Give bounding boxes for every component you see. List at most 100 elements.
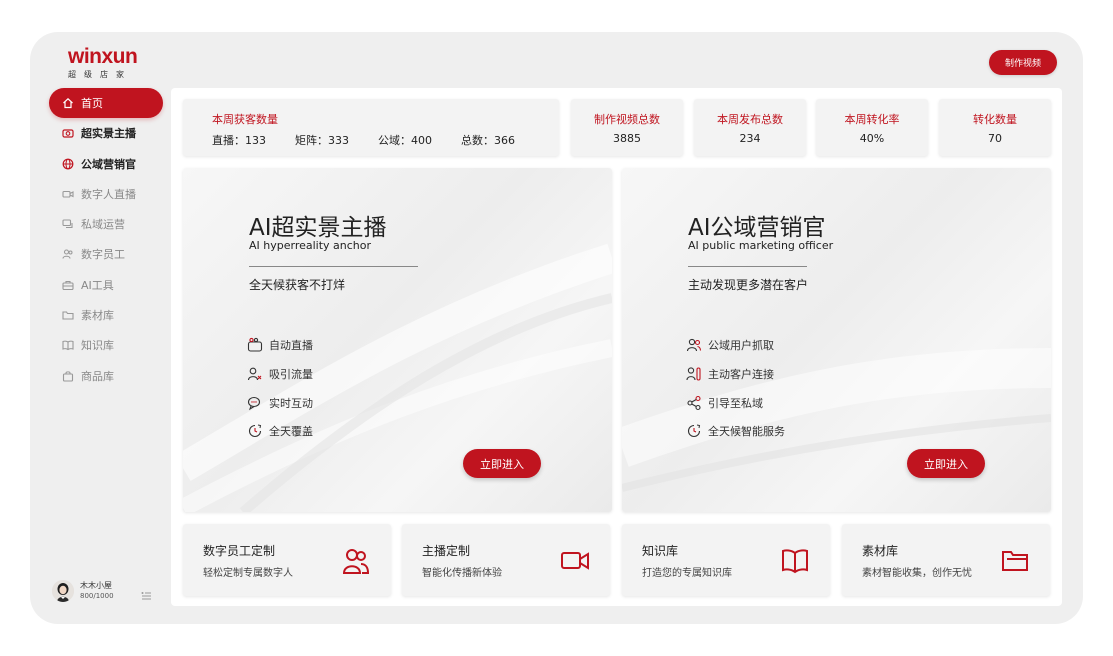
globe-icon — [62, 158, 74, 170]
feature-item-label: 主动客户连接 — [708, 368, 774, 381]
enter-button[interactable]: 立即进入 — [463, 449, 541, 478]
feature-subtitle: AI hyperreality anchor — [249, 239, 372, 252]
stat-title: 制作视频总数 — [594, 113, 660, 126]
feature-title: AI超实景主播 — [249, 215, 387, 241]
make-video-button[interactable]: 制作视频 — [989, 50, 1057, 75]
stat-conversion-rate: 本周转化率 40% — [816, 99, 928, 156]
stat-weekly-customers: 本周获客数量 直播：133 矩阵：333 公域：400 总数：366 — [183, 99, 559, 156]
sidebar-item-public-marketing[interactable]: 公域营销官 — [49, 149, 163, 179]
users-icon — [686, 337, 702, 353]
sidebar-item-private-ops[interactable]: 私域运营 — [49, 209, 163, 239]
app-frame: winxun 超级店家 制作视频 首页 超实景主播 公域营销官 数字人直播 私域… — [30, 32, 1083, 624]
folder-icon — [62, 309, 74, 321]
stat-weekly-published: 本周发布总数 234 — [694, 99, 806, 156]
feature-item-label: 公域用户抓取 — [708, 339, 774, 352]
shortcut-desc: 智能化传播新体验 — [422, 568, 502, 579]
shortcut-anchor-custom[interactable]: 主播定制 智能化传播新体验 — [402, 524, 610, 596]
sidebar-item-home[interactable]: 首页 — [49, 88, 163, 118]
sidebar-item-label: 超实景主播 — [81, 127, 136, 141]
shortcut-title: 素材库 — [862, 544, 899, 558]
feature-card-hyperreal-anchor: AI超实景主播 AI hyperreality anchor 全天候获客不打烊 … — [183, 168, 612, 512]
divider — [688, 266, 807, 267]
feature-subtitle: AI public marketing officer — [688, 239, 834, 252]
stat-title: 本周转化率 — [844, 113, 900, 126]
clock-24-icon — [247, 423, 263, 439]
chat-bubbles-icon — [247, 395, 263, 411]
feature-item-label: 自动直播 — [269, 339, 313, 352]
sidebar-item-label: 素材库 — [81, 309, 114, 323]
sidebar-item-label: 知识库 — [81, 339, 114, 353]
share-icon — [686, 395, 702, 411]
divider — [249, 266, 418, 267]
feature-item: 全天候智能服务 — [686, 423, 785, 439]
feature-title: AI公域营销官 — [688, 215, 826, 241]
menu-icon[interactable] — [141, 586, 152, 605]
stat-public: 公域：400 — [378, 134, 432, 147]
stat-value: 40% — [859, 132, 885, 145]
clock-24-icon — [686, 423, 702, 439]
user-quota: 800/1000 — [80, 592, 114, 600]
home-icon — [62, 97, 74, 109]
sidebar-item-hyperreal-anchor[interactable]: 超实景主播 — [49, 118, 163, 148]
enter-button[interactable]: 立即进入 — [907, 449, 985, 478]
stat-value: 3885 — [613, 132, 641, 145]
stat-title: 转化数量 — [973, 113, 1017, 126]
sidebar-item-knowledge[interactable]: 知识库 — [49, 330, 163, 360]
sidebar-item-digital-staff[interactable]: 数字员工 — [49, 239, 163, 269]
book-icon — [62, 339, 74, 351]
video-camera-icon — [560, 547, 590, 575]
feature-item-label: 引导至私域 — [708, 397, 763, 410]
shortcut-desc: 打造您的专属知识库 — [642, 568, 732, 579]
shortcut-title: 知识库 — [642, 544, 679, 558]
sidebar-item-label: 首页 — [81, 97, 103, 110]
feature-item: 全天覆盖 — [247, 423, 313, 439]
shortcut-knowledge[interactable]: 知识库 打造您的专属知识库 — [622, 524, 830, 596]
sidebar-item-products[interactable]: 商品库 — [49, 361, 163, 391]
feature-desc: 全天候获客不打烊 — [249, 278, 346, 292]
stat-conversion-count: 转化数量 70 — [939, 99, 1051, 156]
sidebar-item-label: 公域营销官 — [81, 157, 136, 171]
feature-item: 引导至私域 — [686, 395, 763, 411]
shortcut-digital-staff[interactable]: 数字员工定制 轻松定制专属数字人 — [183, 524, 391, 596]
shortcut-desc: 轻松定制专属数字人 — [203, 568, 293, 579]
logo-text: winxun — [68, 45, 138, 68]
stat-value: 70 — [988, 132, 1002, 145]
live-camera-icon — [247, 337, 263, 353]
feature-item-label: 全天覆盖 — [269, 425, 313, 438]
feature-item-label: 吸引流量 — [269, 368, 313, 381]
stat-live: 直播：133 — [212, 134, 266, 147]
main-panel: 本周获客数量 直播：133 矩阵：333 公域：400 总数：366 制作视频总… — [171, 88, 1062, 606]
feature-card-public-marketing: AI公域营销官 AI public marketing officer 主动发现… — [622, 168, 1051, 512]
stat-matrix: 矩阵：333 — [295, 134, 349, 147]
book-icon — [780, 547, 810, 575]
feature-desc: 主动发现更多潜在客户 — [688, 278, 809, 292]
shortcut-title: 数字员工定制 — [203, 544, 276, 558]
feature-item: 主动客户连接 — [686, 366, 774, 382]
sidebar-item-label: AI工具 — [81, 278, 114, 292]
user-profile[interactable]: 木木小屋 800/1000 — [52, 580, 114, 602]
users-icon — [62, 248, 74, 260]
feature-item: 公域用户抓取 — [686, 337, 774, 353]
shortcut-title: 主播定制 — [422, 544, 471, 558]
video-icon — [62, 188, 74, 200]
sidebar-item-materials[interactable]: 素材库 — [49, 300, 163, 330]
stat-total-videos: 制作视频总数 3885 — [571, 99, 683, 156]
sidebar-item-label: 数字员工 — [81, 248, 125, 262]
stat-total: 总数：366 — [461, 134, 515, 147]
sidebar-item-digital-live[interactable]: 数字人直播 — [49, 179, 163, 209]
sidebar: 首页 超实景主播 公域营销官 数字人直播 私域运营 数字员工 AI工具 素材库 … — [49, 88, 163, 391]
stat-value: 234 — [739, 132, 761, 145]
feature-item-label: 全天候智能服务 — [708, 425, 785, 438]
logo-tagline: 超级店家 — [68, 70, 132, 79]
chat-icon — [62, 218, 74, 230]
sidebar-item-ai-tools[interactable]: AI工具 — [49, 270, 163, 300]
folder-icon — [1000, 547, 1030, 575]
stat-title: 本周获客数量 — [212, 113, 278, 126]
sidebar-item-label: 数字人直播 — [81, 187, 136, 201]
stat-title: 本周发布总数 — [717, 113, 783, 126]
brand-logo[interactable]: winxun 超级店家 — [68, 46, 148, 81]
shortcut-materials[interactable]: 素材库 素材智能收集，创作无忧 — [842, 524, 1050, 596]
feature-item-label: 实时互动 — [269, 397, 313, 410]
user-traffic-icon — [247, 366, 263, 382]
sidebar-item-label: 商品库 — [81, 369, 114, 383]
